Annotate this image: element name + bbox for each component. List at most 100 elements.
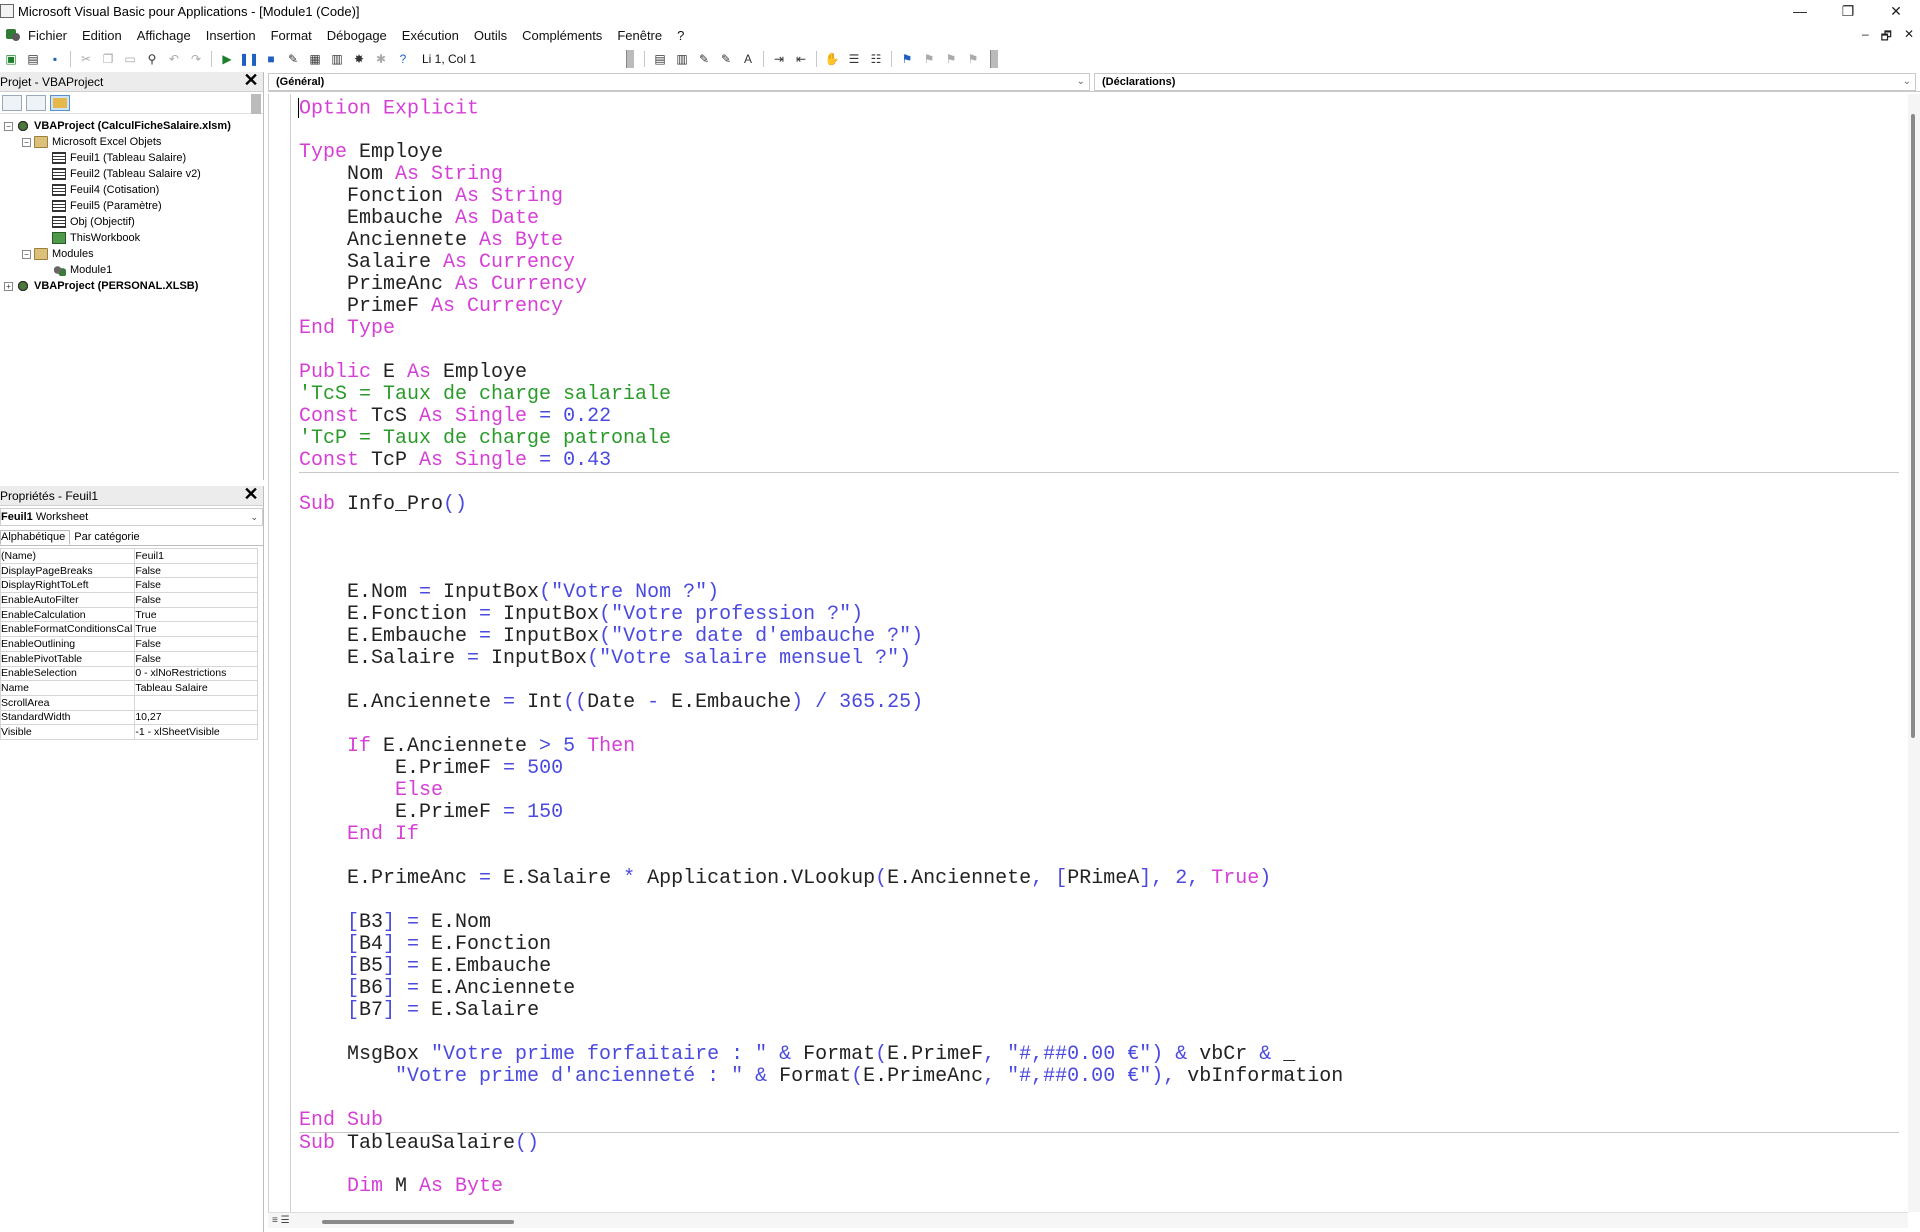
redo-icon[interactable]: ↷ (187, 51, 205, 67)
mdi-restore-button[interactable]: 🗗 (1881, 27, 1892, 48)
code-line[interactable]: Sub Info_Pro() (299, 494, 1899, 516)
property-row[interactable]: EnablePivotTable False (0, 650, 258, 667)
property-value[interactable]: 10,27 (134, 709, 258, 726)
maximize-button[interactable]: ❐ (1824, 0, 1872, 22)
copy-icon[interactable]: ❐ (99, 51, 117, 67)
undo-icon[interactable]: ↶ (165, 51, 183, 67)
vertical-scroll-thumb[interactable] (1911, 114, 1915, 738)
code-line[interactable]: PrimeF As Currency (299, 296, 1899, 318)
tree-item[interactable]: Obj (Objectif) (0, 214, 263, 230)
property-row[interactable]: EnableOutlining False (0, 636, 258, 652)
property-row[interactable]: EnableCalculation True (0, 606, 258, 623)
horizontal-scroll-thumb[interactable] (322, 1220, 514, 1224)
menu-insertion[interactable]: Insertion (206, 28, 256, 43)
menu-outils[interactable]: Outils (474, 28, 507, 43)
property-value[interactable]: -1 - xlSheetVisible (134, 724, 258, 740)
design-mode-icon[interactable]: ✎ (284, 51, 302, 67)
uncomment-block-icon[interactable]: ☷ (867, 51, 885, 67)
code-line[interactable]: End If (299, 824, 1899, 846)
property-value[interactable]: 0 - xlNoRestrictions (134, 665, 258, 682)
menu-complements[interactable]: Compléments (522, 28, 602, 43)
code-line[interactable]: End Sub (299, 1110, 1899, 1132)
code-line[interactable]: If E.Anciennete > 5 Then (299, 736, 1899, 758)
project-explorer-icon[interactable]: ▦ (306, 51, 324, 67)
menu-edition[interactable]: Edition (82, 28, 122, 43)
collapse-icon[interactable]: − (22, 249, 31, 259)
code-line[interactable]: MsgBox "Votre prime forfaitaire : " & Fo… (299, 1044, 1899, 1066)
property-row[interactable]: EnableSelection 0 - xlNoRestrictions (0, 665, 258, 682)
scroll-handle[interactable] (251, 94, 261, 114)
excel-view-icon[interactable] (4, 27, 22, 43)
code-line[interactable] (299, 538, 1899, 560)
save-icon[interactable]: ▪ (46, 51, 64, 67)
clear-bookmarks-icon[interactable]: ⚑ (964, 51, 982, 67)
tree-item[interactable]: Module1 (0, 262, 263, 278)
code-line[interactable]: 'TcP = Taux de charge patronale (299, 428, 1899, 450)
code-line[interactable]: Else (299, 780, 1899, 802)
code-line[interactable]: E.Anciennete = Int((Date - E.Embauche) /… (299, 692, 1899, 714)
tree-item[interactable]: + VBAProject (PERSONAL.XLSB) (0, 278, 263, 294)
code-line[interactable] (299, 714, 1899, 736)
collapse-icon[interactable]: − (4, 121, 13, 131)
procedure-combo[interactable]: (Déclarations) ⌄ (1094, 73, 1916, 91)
code-line[interactable]: 'TcS = Taux de charge salariale (299, 384, 1899, 406)
code-line[interactable]: Embauche As Date (299, 208, 1899, 230)
object-combo[interactable]: (Général) ⌄ (268, 73, 1090, 91)
next-bookmark-icon[interactable]: ⚑ (920, 51, 938, 67)
property-value[interactable]: False (134, 577, 258, 594)
menu-execution[interactable]: Exécution (402, 28, 459, 43)
horizontal-scrollbar[interactable]: ≡ ☰ (268, 1212, 1908, 1228)
parameter-info-icon[interactable]: ✎ (717, 51, 735, 67)
tree-item[interactable]: − Microsoft Excel Objets (0, 134, 263, 150)
property-value[interactable]: False (134, 562, 258, 579)
object-selector[interactable]: Feuil1 Worksheet ⌄ (0, 508, 263, 526)
tree-item[interactable]: − VBAProject (CalculFicheSalaire.xlsm) (0, 118, 263, 134)
mdi-minimize-button[interactable]: – (1862, 27, 1869, 48)
code-line[interactable] (299, 560, 1899, 582)
code-line[interactable] (299, 516, 1899, 538)
quick-info-icon[interactable]: ✎ (695, 51, 713, 67)
code-line[interactable]: Type Employe (299, 142, 1899, 164)
code-line[interactable]: E.Fonction = InputBox("Votre profession … (299, 604, 1899, 626)
indent-icon[interactable]: ⇥ (770, 51, 788, 67)
property-value[interactable] (134, 694, 258, 711)
property-value[interactable]: Tableau Salaire (134, 680, 258, 696)
help-icon[interactable]: ? (394, 51, 412, 67)
collapse-icon[interactable]: − (22, 137, 31, 147)
code-line[interactable]: [B6] = E.Anciennete (299, 978, 1899, 1000)
tree-item[interactable]: Feuil4 (Cotisation) (0, 182, 263, 198)
properties-window-icon[interactable]: ▥ (328, 51, 346, 67)
property-value[interactable]: False (134, 650, 258, 667)
property-row[interactable]: Name Tableau Salaire (0, 680, 258, 696)
paste-icon[interactable]: ▭ (121, 51, 139, 67)
tab-par-categorie[interactable]: Par catégorie (74, 531, 143, 545)
tab-alphabetique[interactable]: Alphabétique (0, 530, 71, 545)
property-row[interactable]: EnableFormatConditionsCal True (0, 621, 258, 638)
code-line[interactable] (299, 670, 1899, 692)
run-icon[interactable]: ▶ (218, 51, 236, 67)
previous-bookmark-icon[interactable]: ⚑ (942, 51, 960, 67)
find-icon[interactable]: ⚲ (143, 51, 161, 67)
outdent-icon[interactable]: ⇤ (792, 51, 810, 67)
code-line[interactable]: End Type (299, 318, 1899, 340)
code-line[interactable] (299, 340, 1899, 362)
minimize-button[interactable]: — (1776, 0, 1824, 22)
vertical-scrollbar[interactable] (1908, 94, 1920, 1212)
code-line[interactable] (299, 1088, 1899, 1110)
code-line[interactable] (299, 846, 1899, 868)
code-line[interactable]: PrimeAnc As Currency (299, 274, 1899, 296)
view-mode-buttons[interactable]: ≡ ☰ (272, 1215, 290, 1226)
cut-icon[interactable]: ✂ (77, 51, 95, 67)
code-line[interactable]: [B7] = E.Salaire (299, 1000, 1899, 1022)
toolbox-icon[interactable]: ✱ (372, 51, 390, 67)
mdi-close-button[interactable]: ✕ (1904, 27, 1914, 48)
tree-item[interactable]: − Modules (0, 246, 263, 262)
code-line[interactable]: E.PrimeF = 500 (299, 758, 1899, 780)
expand-icon[interactable]: + (4, 281, 13, 291)
code-line[interactable] (299, 120, 1899, 142)
menu-fenetre[interactable]: Fenêtre (617, 28, 662, 43)
reset-icon[interactable]: ■ (262, 51, 280, 67)
tree-item[interactable]: ThisWorkbook (0, 230, 263, 246)
toolbar-grip[interactable] (626, 50, 634, 68)
code-line[interactable]: Dim M As Byte (299, 1176, 1899, 1198)
